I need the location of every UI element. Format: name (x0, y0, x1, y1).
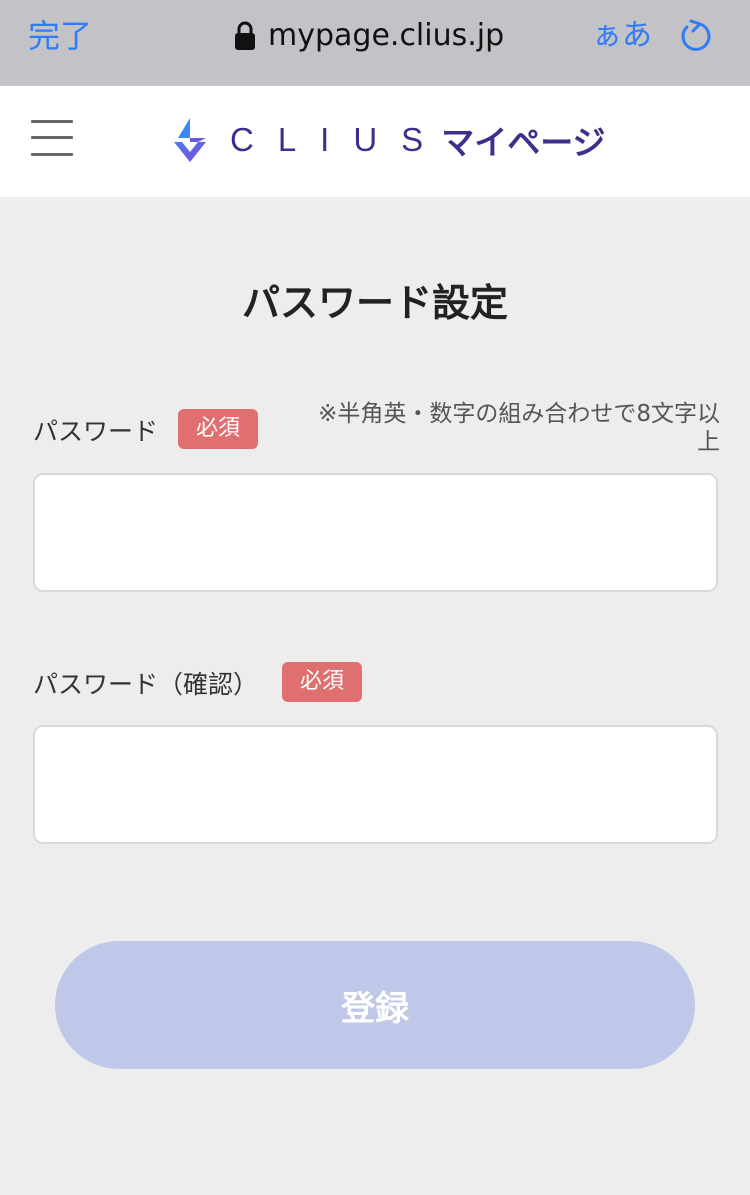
password-confirm-label: パスワード（確認） (33, 670, 259, 699)
logo-text: CLIUS (230, 121, 448, 158)
menu-icon[interactable] (31, 120, 73, 156)
password-hint: ※半角英・数字の組み合わせで8文字以 上 (270, 400, 720, 456)
password-hint-line2: 上 (697, 429, 720, 455)
password-label: パスワード (33, 417, 159, 446)
logo-subtitle: マイページ (441, 123, 606, 162)
register-button[interactable]: 登録 (55, 941, 695, 1069)
url-text: mypage.clius.jp (268, 18, 505, 53)
password-confirm-input[interactable] (33, 725, 718, 844)
required-badge: 必須 (178, 409, 258, 449)
page-title: パスワード設定 (241, 281, 508, 325)
required-badge: 必須 (282, 662, 362, 702)
password-hint-line1: ※半角英・数字の組み合わせで8文字以 (318, 401, 720, 427)
text-size-button[interactable]: ぁあ (592, 16, 652, 56)
reload-icon[interactable] (678, 18, 714, 54)
done-button[interactable]: 完了 (28, 16, 92, 56)
browser-toolbar: 完了 mypage.clius.jp ぁあ (0, 0, 750, 86)
clius-logo[interactable]: CLIUS マイページ (170, 114, 606, 166)
password-input[interactable] (33, 473, 718, 592)
clius-logo-mark (174, 118, 206, 162)
lock-icon (235, 21, 255, 50)
site-header: CLIUS マイページ (0, 86, 750, 197)
address-bar[interactable]: mypage.clius.jp (234, 16, 504, 56)
